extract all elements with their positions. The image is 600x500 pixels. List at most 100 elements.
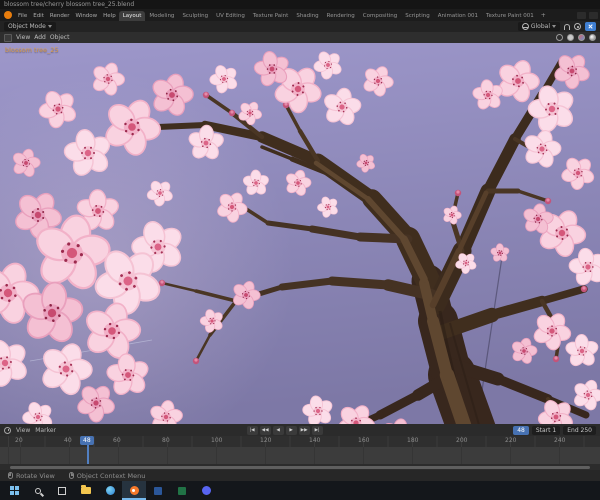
topbar: File Edit Render Window Help Layout Mode…: [0, 9, 600, 21]
timeline-tick: 220: [505, 437, 517, 444]
word-app-button[interactable]: [146, 481, 170, 500]
folder-icon: [81, 485, 91, 494]
scrollbar-thumb[interactable]: [10, 465, 590, 469]
menu-render[interactable]: Render: [47, 13, 73, 21]
timeline-header: View Marker |◀ ◀◀ ◀ ▶ ▶▶ ▶| 48 Start 1 E…: [0, 424, 600, 436]
task-view-icon: [58, 486, 66, 495]
menu-window[interactable]: Window: [72, 13, 100, 21]
chevron-down-icon: [552, 25, 556, 28]
windows-logo-icon: [9, 486, 19, 495]
view-layer-selector[interactable]: [589, 12, 598, 19]
timeline-tick: 200: [456, 437, 468, 444]
os-taskbar: [0, 481, 600, 500]
status-hint-right-label: Object Context Menu: [76, 471, 146, 480]
tab-sculpting[interactable]: Sculpting: [178, 11, 212, 21]
tab-layout[interactable]: Layout: [118, 11, 146, 21]
timeline-menu-marker[interactable]: Marker: [35, 427, 56, 434]
menu-edit[interactable]: Edit: [30, 13, 47, 21]
status-hint-context-menu: Object Context Menu: [68, 471, 146, 480]
tab-texture-paint-001[interactable]: Texture Paint 001: [482, 11, 538, 21]
playback-controls: |◀ ◀◀ ◀ ▶ ▶▶ ▶|: [59, 425, 510, 435]
window-title: blossom tree/cherry blossom tree_25.blen…: [0, 0, 600, 9]
next-keyframe-button[interactable]: ▶▶: [298, 425, 310, 435]
frame-start-field[interactable]: Start 1: [531, 425, 561, 435]
blender-app-icon: [129, 486, 139, 495]
shading-rendered-icon[interactable]: [589, 34, 596, 41]
start-button[interactable]: [2, 481, 26, 500]
chevron-down-icon: [47, 25, 52, 28]
orientation-label: Global: [530, 23, 550, 30]
taskbar-search-button[interactable]: [26, 481, 50, 500]
current-frame-field[interactable]: 48: [513, 425, 529, 435]
play-button[interactable]: ▶: [285, 425, 297, 435]
chat-icon: [201, 486, 211, 495]
timeline-tick: 60: [113, 437, 121, 444]
menu-object[interactable]: Object: [50, 34, 70, 41]
timeline-tick: 80: [162, 437, 170, 444]
task-view-button[interactable]: [50, 481, 74, 500]
menu-add[interactable]: Add: [34, 34, 46, 41]
shading-solid-icon[interactable]: [567, 34, 574, 41]
editor-type-icon[interactable]: [4, 33, 12, 42]
proportional-editing-icon[interactable]: [574, 23, 581, 30]
tab-modeling[interactable]: Modeling: [145, 11, 178, 21]
mouse-right-icon: [68, 472, 74, 479]
timeline-tick: 180: [407, 437, 419, 444]
shading-material-icon[interactable]: [578, 34, 585, 41]
viewport-header-row2: View Add Object: [0, 32, 600, 43]
timeline-tick: 160: [358, 437, 370, 444]
tab-compositing[interactable]: Compositing: [359, 11, 401, 21]
tab-shading[interactable]: Shading: [292, 11, 322, 21]
tab-scripting[interactable]: Scripting: [401, 11, 433, 21]
workspace-tabs: Layout Modeling Sculpting UV Editing Tex…: [118, 11, 549, 21]
file-explorer-button[interactable]: [74, 481, 98, 500]
status-hint-rotate: Rotate View: [8, 472, 55, 480]
blender-logo-icon[interactable]: [4, 11, 12, 19]
timeline-menu-view[interactable]: View: [16, 427, 30, 434]
mode-selector[interactable]: Object Mode: [4, 22, 56, 31]
transform-orientation-selector[interactable]: Global: [517, 22, 560, 31]
play-reverse-button[interactable]: ◀: [272, 425, 284, 435]
scene-selector[interactable]: [577, 12, 586, 19]
jump-to-start-button[interactable]: |◀: [246, 425, 258, 435]
search-icon: [35, 487, 41, 494]
tab-rendering[interactable]: Rendering: [323, 11, 359, 21]
viewport-header-row1: Object Mode Global: [0, 21, 600, 32]
timeline-tick: 100: [211, 437, 223, 444]
spreadsheet-app-button[interactable]: [170, 481, 194, 500]
timeline-tick: 40: [64, 437, 72, 444]
add-workspace-button[interactable]: +: [538, 12, 549, 21]
menu-view[interactable]: View: [16, 34, 30, 41]
timeline-tracks[interactable]: [0, 447, 600, 464]
tab-texture-paint[interactable]: Texture Paint: [249, 11, 293, 21]
prev-keyframe-button[interactable]: ◀◀: [259, 425, 271, 435]
mouse-left-icon: [8, 472, 13, 479]
cherry-blossom-render: [0, 43, 600, 424]
status-bar: Rotate View Object Context Menu: [0, 470, 600, 481]
timeline-tick: 240: [554, 437, 566, 444]
spreadsheet-icon: [178, 486, 186, 495]
timeline-body[interactable]: 20 40 60 80 100 120 140 160 180 200 220 …: [0, 436, 600, 464]
globe-icon: [521, 23, 529, 30]
mode-label: Object Mode: [8, 23, 46, 30]
viewport-3d[interactable]: blossom tree_25: [0, 43, 600, 424]
shading-wireframe-icon[interactable]: [556, 34, 563, 41]
word-icon: [154, 486, 162, 495]
playhead-frame-badge[interactable]: 48: [80, 436, 94, 445]
timeline-tick: 140: [309, 437, 321, 444]
browser-button[interactable]: [98, 481, 122, 500]
menu-file[interactable]: File: [15, 13, 30, 21]
tab-uv-editing[interactable]: UV Editing: [212, 11, 249, 21]
active-object-label: blossom tree_25: [5, 46, 59, 54]
snap-magnet-icon[interactable]: [564, 23, 570, 30]
close-button[interactable]: [585, 22, 596, 31]
timeline-scrollbar[interactable]: [0, 464, 600, 470]
jump-to-end-button[interactable]: ▶|: [311, 425, 323, 435]
timeline-editor-icon[interactable]: [4, 426, 11, 434]
chat-app-button[interactable]: [194, 481, 218, 500]
menu-help[interactable]: Help: [100, 13, 119, 21]
frame-end-field[interactable]: End 250: [563, 425, 596, 435]
browser-icon: [105, 486, 115, 495]
tab-animation-001[interactable]: Animation 001: [434, 11, 482, 21]
blender-app-button[interactable]: [122, 481, 146, 500]
